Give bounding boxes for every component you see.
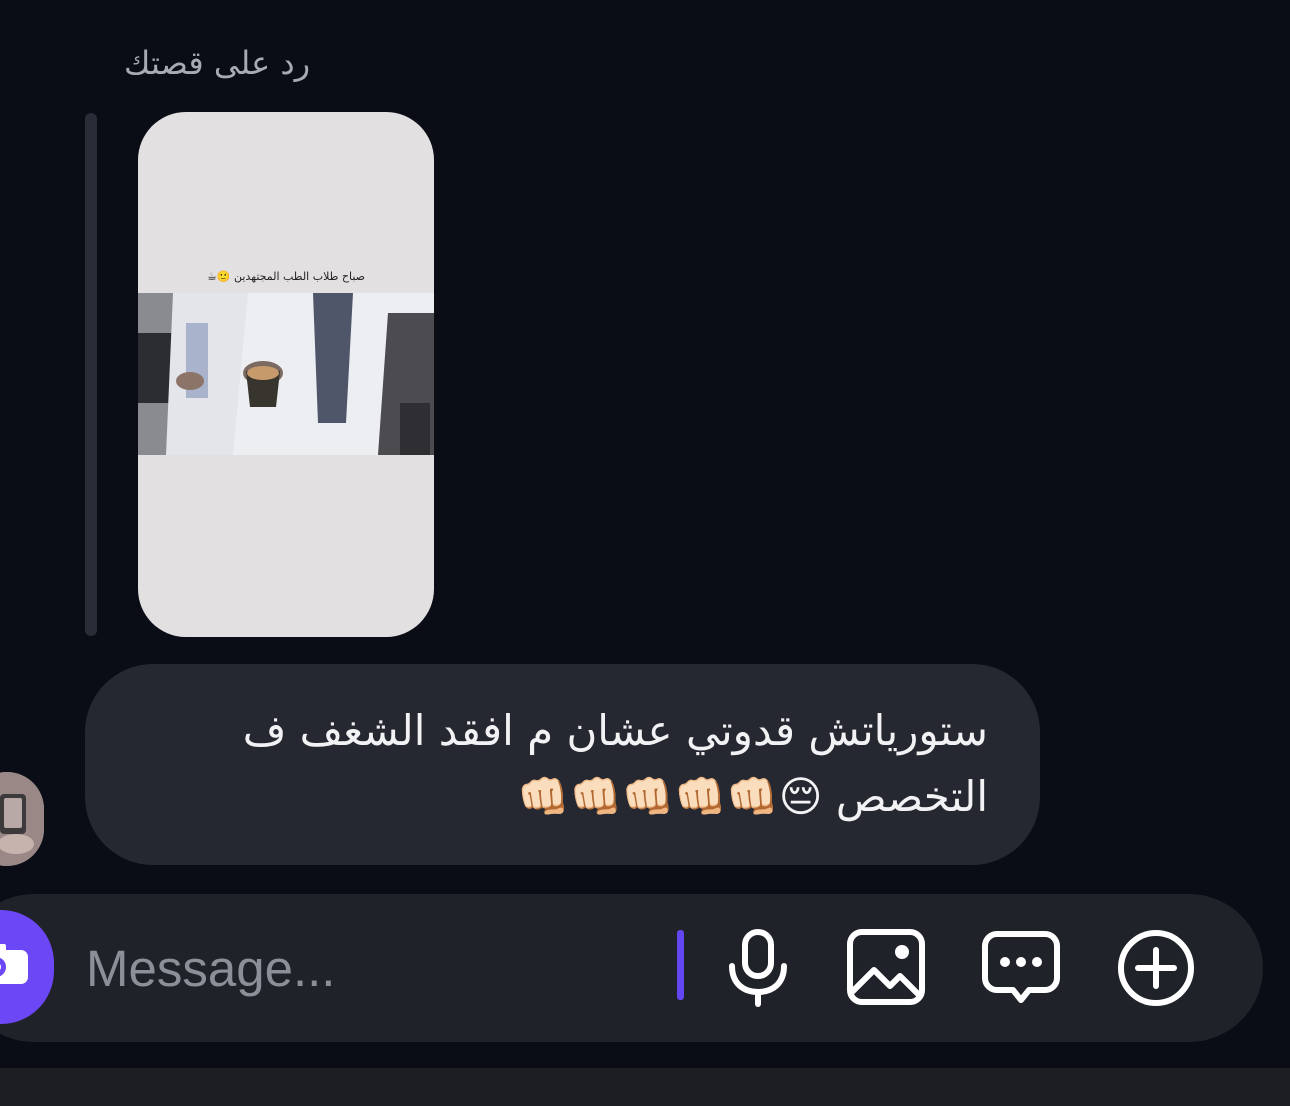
plus-circle-icon — [1118, 930, 1194, 1006]
message-text: ستورياتش قدوتي عشان م افقد الشغف ف التخص… — [242, 706, 988, 821]
text-cursor — [677, 930, 684, 1000]
story-thumbnail[interactable]: صباح طلاب الطب المجتهدين 🙂☕ — [138, 112, 434, 637]
microphone-icon — [729, 929, 787, 1007]
image-icon — [847, 929, 925, 1005]
dm-thread: رد على قصتك صباح طلاب الطب المجتهدين 🙂☕ … — [0, 0, 1290, 1106]
story-caption: صباح طلاب الطب المجتهدين 🙂☕ — [206, 270, 366, 283]
quote-bar — [85, 113, 97, 636]
microphone-button[interactable] — [716, 926, 800, 1010]
gallery-button[interactable] — [844, 926, 928, 1010]
message-input[interactable] — [86, 936, 656, 1000]
avatar-photo — [0, 772, 44, 866]
chat-bubble-icon — [982, 931, 1060, 1003]
sender-avatar[interactable] — [0, 772, 44, 866]
reply-caption: رد على قصتك — [124, 44, 311, 82]
story-photo — [138, 293, 434, 455]
message-bubble[interactable]: ستورياتش قدوتي عشان م افقد الشغف ف التخص… — [85, 664, 1040, 865]
bottom-bar — [0, 1068, 1290, 1106]
more-button[interactable] — [1114, 926, 1198, 1010]
chat-options-button[interactable] — [979, 926, 1063, 1010]
camera-icon — [0, 944, 28, 984]
